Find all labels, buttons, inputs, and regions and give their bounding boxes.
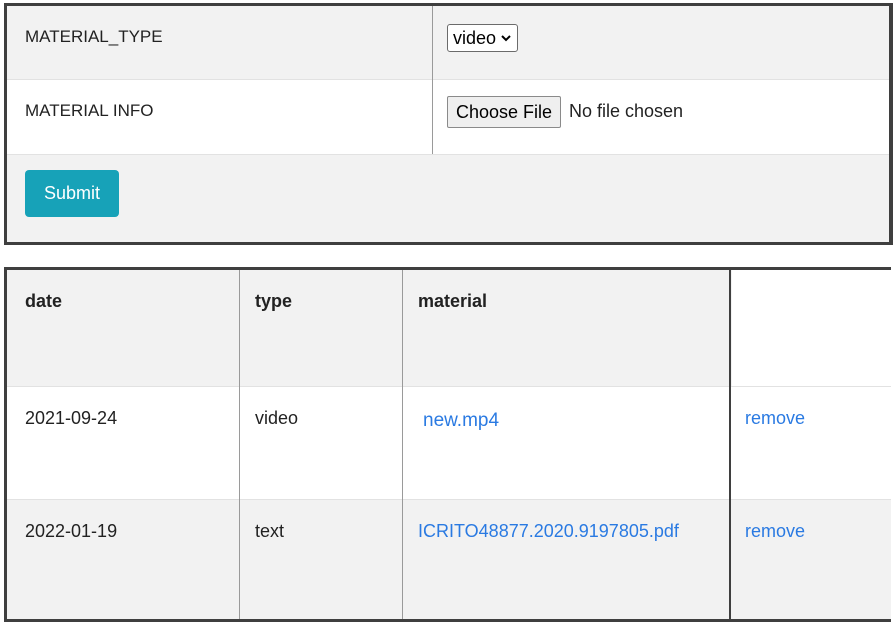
column-divider <box>402 270 403 619</box>
column-divider <box>432 6 433 154</box>
submit-button[interactable]: Submit <box>25 170 119 217</box>
chevron-down-icon <box>501 35 511 42</box>
header-date: date <box>25 291 63 311</box>
header-material: material <box>418 291 488 311</box>
row-date: 2021-09-24 <box>25 408 118 428</box>
material-form: MATERIAL_TYPE video MATERIAL INFO Choose… <box>4 3 893 245</box>
form-row-submit: Submit <box>7 155 889 242</box>
table-header-row: date type material <box>7 270 891 387</box>
header-type: type <box>255 291 293 311</box>
choose-file-button[interactable]: Choose File <box>447 96 562 128</box>
material-link[interactable]: ICRITO48877.2020.9197805.pdf <box>418 521 679 542</box>
form-row-material-type: MATERIAL_TYPE video <box>7 6 889 80</box>
form-row-material-info: MATERIAL INFO Choose File No file chosen <box>7 80 889 155</box>
material-type-select[interactable]: video <box>447 24 519 52</box>
material-info-label: MATERIAL INFO <box>25 101 154 120</box>
column-divider <box>729 270 731 619</box>
materials-table: date type material 2021-09-24 video new.… <box>4 267 891 622</box>
material-type-selected: video <box>453 27 497 48</box>
column-divider <box>239 270 240 619</box>
material-link[interactable]: new.mp4 <box>423 410 499 432</box>
remove-link[interactable]: remove <box>745 521 805 542</box>
row-type: video <box>255 408 299 428</box>
row-type: text <box>255 521 285 541</box>
table-row: 2021-09-24 video new.mp4 remove <box>7 387 891 500</box>
remove-link[interactable]: remove <box>745 408 805 429</box>
row-date: 2022-01-19 <box>25 521 118 541</box>
file-status-text: No file chosen <box>569 101 684 121</box>
table-row: 2022-01-19 text ICRITO48877.2020.9197805… <box>7 500 891 619</box>
material-type-label: MATERIAL_TYPE <box>25 27 163 46</box>
header-action-cell <box>732 270 891 386</box>
